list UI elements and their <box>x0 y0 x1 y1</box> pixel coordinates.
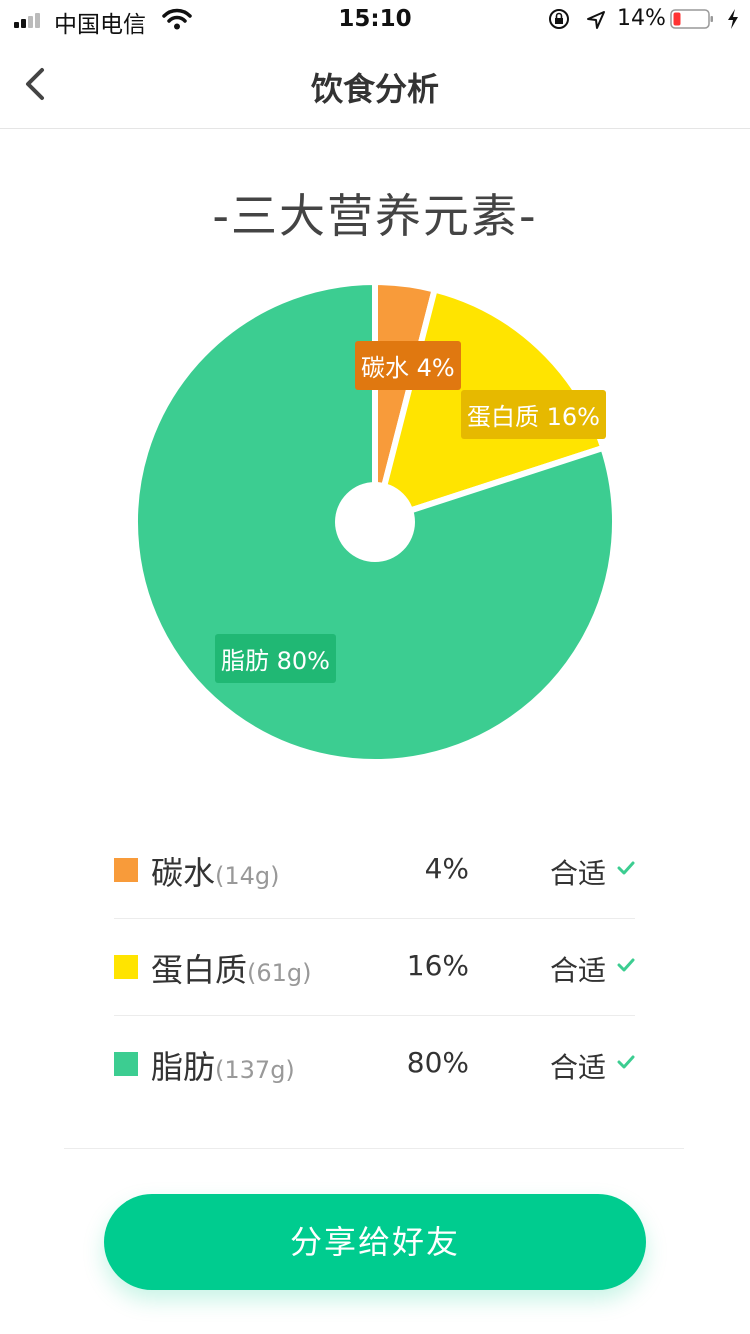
nutrient-percent: 80% <box>406 1046 469 1079</box>
check-icon <box>617 958 635 972</box>
nutrient-name: 蛋白质(61g) <box>151 951 312 989</box>
nutrient-percent: 4% <box>424 852 469 885</box>
section-title: -三大营养元素- <box>212 189 538 243</box>
nutrient-status: 合适 <box>550 954 607 987</box>
list-item: 蛋白质(61g) 16% 合适 <box>114 919 635 1016</box>
pie-label-fat: 脂肪 80% <box>215 634 336 683</box>
location-arrow-icon <box>587 11 605 29</box>
battery-icon <box>670 9 713 29</box>
nutrient-grams: (61g) <box>247 959 312 987</box>
charging-icon <box>728 9 738 29</box>
nutrient-percent: 16% <box>406 949 469 982</box>
navigation-bar: 饮食分析 <box>0 40 750 129</box>
list-item: 脂肪(137g) 80% 合适 <box>114 1016 635 1112</box>
share-to-friends-button[interactable]: 分享给好友 <box>104 1194 646 1290</box>
nutrient-status: 合适 <box>550 1051 607 1084</box>
color-swatch <box>114 858 138 882</box>
nutrient-status: 合适 <box>550 857 607 890</box>
rotation-lock-icon <box>549 9 569 29</box>
color-swatch <box>114 1052 138 1076</box>
check-icon <box>617 1055 635 1069</box>
nutrient-list: 碳水(14g) 4% 合适 蛋白质(61g) 16% 合适 脂肪(137g) 8… <box>114 822 635 1112</box>
page-title: 饮食分析 <box>310 70 439 108</box>
status-bar: 中国电信 15:10 14% <box>0 0 750 40</box>
pie-center-hole <box>335 482 415 562</box>
divider <box>64 1148 684 1149</box>
nutrient-grams: (137g) <box>215 1056 295 1084</box>
battery-percentage: 14% <box>617 6 666 31</box>
color-swatch <box>114 955 138 979</box>
nutrient-grams: (14g) <box>215 862 280 890</box>
nutrient-name: 碳水(14g) <box>151 854 280 892</box>
pie-label-protein: 蛋白质 16% <box>461 390 606 439</box>
check-icon <box>617 861 635 875</box>
nutrient-name: 脂肪(137g) <box>151 1048 295 1086</box>
pie-label-carbs: 碳水 4% <box>355 341 461 390</box>
list-item: 碳水(14g) 4% 合适 <box>114 822 635 919</box>
